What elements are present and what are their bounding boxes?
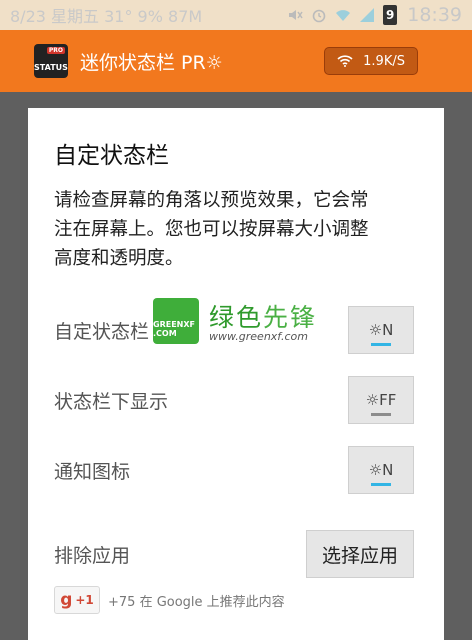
toggle-indicator-on bbox=[371, 343, 391, 346]
plus-one-text: +75 在 Google 上推荐此内容 bbox=[108, 594, 285, 610]
toggle-indicator-off bbox=[371, 413, 391, 416]
google-plus-button[interactable]: g +1 bbox=[54, 586, 100, 614]
watermark-url: www.greenxf.com bbox=[209, 330, 308, 343]
watermark: GREENXF .COM 绿色先锋 www.greenxf.com bbox=[153, 298, 328, 346]
exclude-apps-label: 排除应用 bbox=[54, 544, 131, 567]
status-text: 8/23 星期五 31° 9% 87M bbox=[10, 7, 203, 26]
row-label: 状态栏下显示 bbox=[54, 390, 169, 413]
plus-one-label: +1 bbox=[75, 593, 94, 607]
wifi-icon bbox=[336, 10, 351, 21]
watermark-title-light: 先锋 bbox=[263, 303, 318, 332]
speed-text: 1.9K/S bbox=[363, 53, 405, 69]
settings-dialog: 自定状态栏 请检查屏幕的角落以预览效果，它会常注在屏幕上。您也可以按屏幕大小调整… bbox=[28, 108, 444, 640]
watermark-logo: GREENXF .COM bbox=[153, 298, 199, 344]
status-icons: 9 bbox=[287, 5, 398, 25]
signal-icon bbox=[360, 8, 375, 22]
logo-text: STATUS bbox=[34, 63, 68, 72]
toggle-text: ☼N bbox=[368, 461, 394, 479]
choose-apps-button[interactable]: 选择应用 bbox=[306, 530, 414, 578]
row-exclude-apps: 排除应用 选择应用 bbox=[54, 530, 414, 578]
watermark-title: 绿色先锋 bbox=[209, 298, 317, 334]
toggle-notification-icons[interactable]: ☼N bbox=[348, 446, 414, 494]
status-bar: 8/23 星期五 31° 9% 87M 9 18:39 bbox=[0, 0, 472, 30]
toggle-indicator-on bbox=[371, 483, 391, 486]
google-plus-row: g +1 +75 在 Google 上推荐此内容 bbox=[54, 586, 285, 614]
clock: 18:39 bbox=[407, 4, 462, 26]
dialog-title: 自定状态栏 bbox=[54, 143, 169, 169]
toggle-custom-status-bar[interactable]: ☼N bbox=[348, 306, 414, 354]
toggle-text: ☼FF bbox=[365, 391, 397, 409]
pro-badge: PRO bbox=[46, 47, 65, 54]
watermark-title-green: 绿色 bbox=[209, 303, 264, 332]
app-logo[interactable]: PRO STATUS bbox=[34, 44, 68, 78]
app-bar: PRO STATUS 迷你状态栏 PR☼ 1.9K/S bbox=[0, 30, 472, 92]
battery-icon: 9 bbox=[383, 5, 398, 25]
row-show-below-status-bar: 状态栏下显示 ☼FF bbox=[54, 376, 414, 424]
google-plus-icon: g bbox=[60, 590, 73, 610]
speed-indicator: 1.9K/S bbox=[324, 47, 418, 75]
toggle-show-below-status-bar[interactable]: ☼FF bbox=[348, 376, 414, 424]
mute-icon bbox=[289, 10, 303, 20]
app-title: 迷你状态栏 PR☼ bbox=[80, 51, 223, 74]
wifi-icon bbox=[337, 55, 353, 67]
row-label: 自定状态栏 bbox=[54, 320, 150, 343]
row-label: 通知图标 bbox=[54, 460, 131, 483]
dialog-description: 请检查屏幕的角落以预览效果，它会常注在屏幕上。您也可以按屏幕大小调整高度和透明度… bbox=[54, 190, 369, 269]
alarm-icon bbox=[312, 9, 326, 23]
toggle-text: ☼N bbox=[368, 321, 394, 339]
row-notification-icons: 通知图标 ☼N bbox=[54, 446, 414, 494]
